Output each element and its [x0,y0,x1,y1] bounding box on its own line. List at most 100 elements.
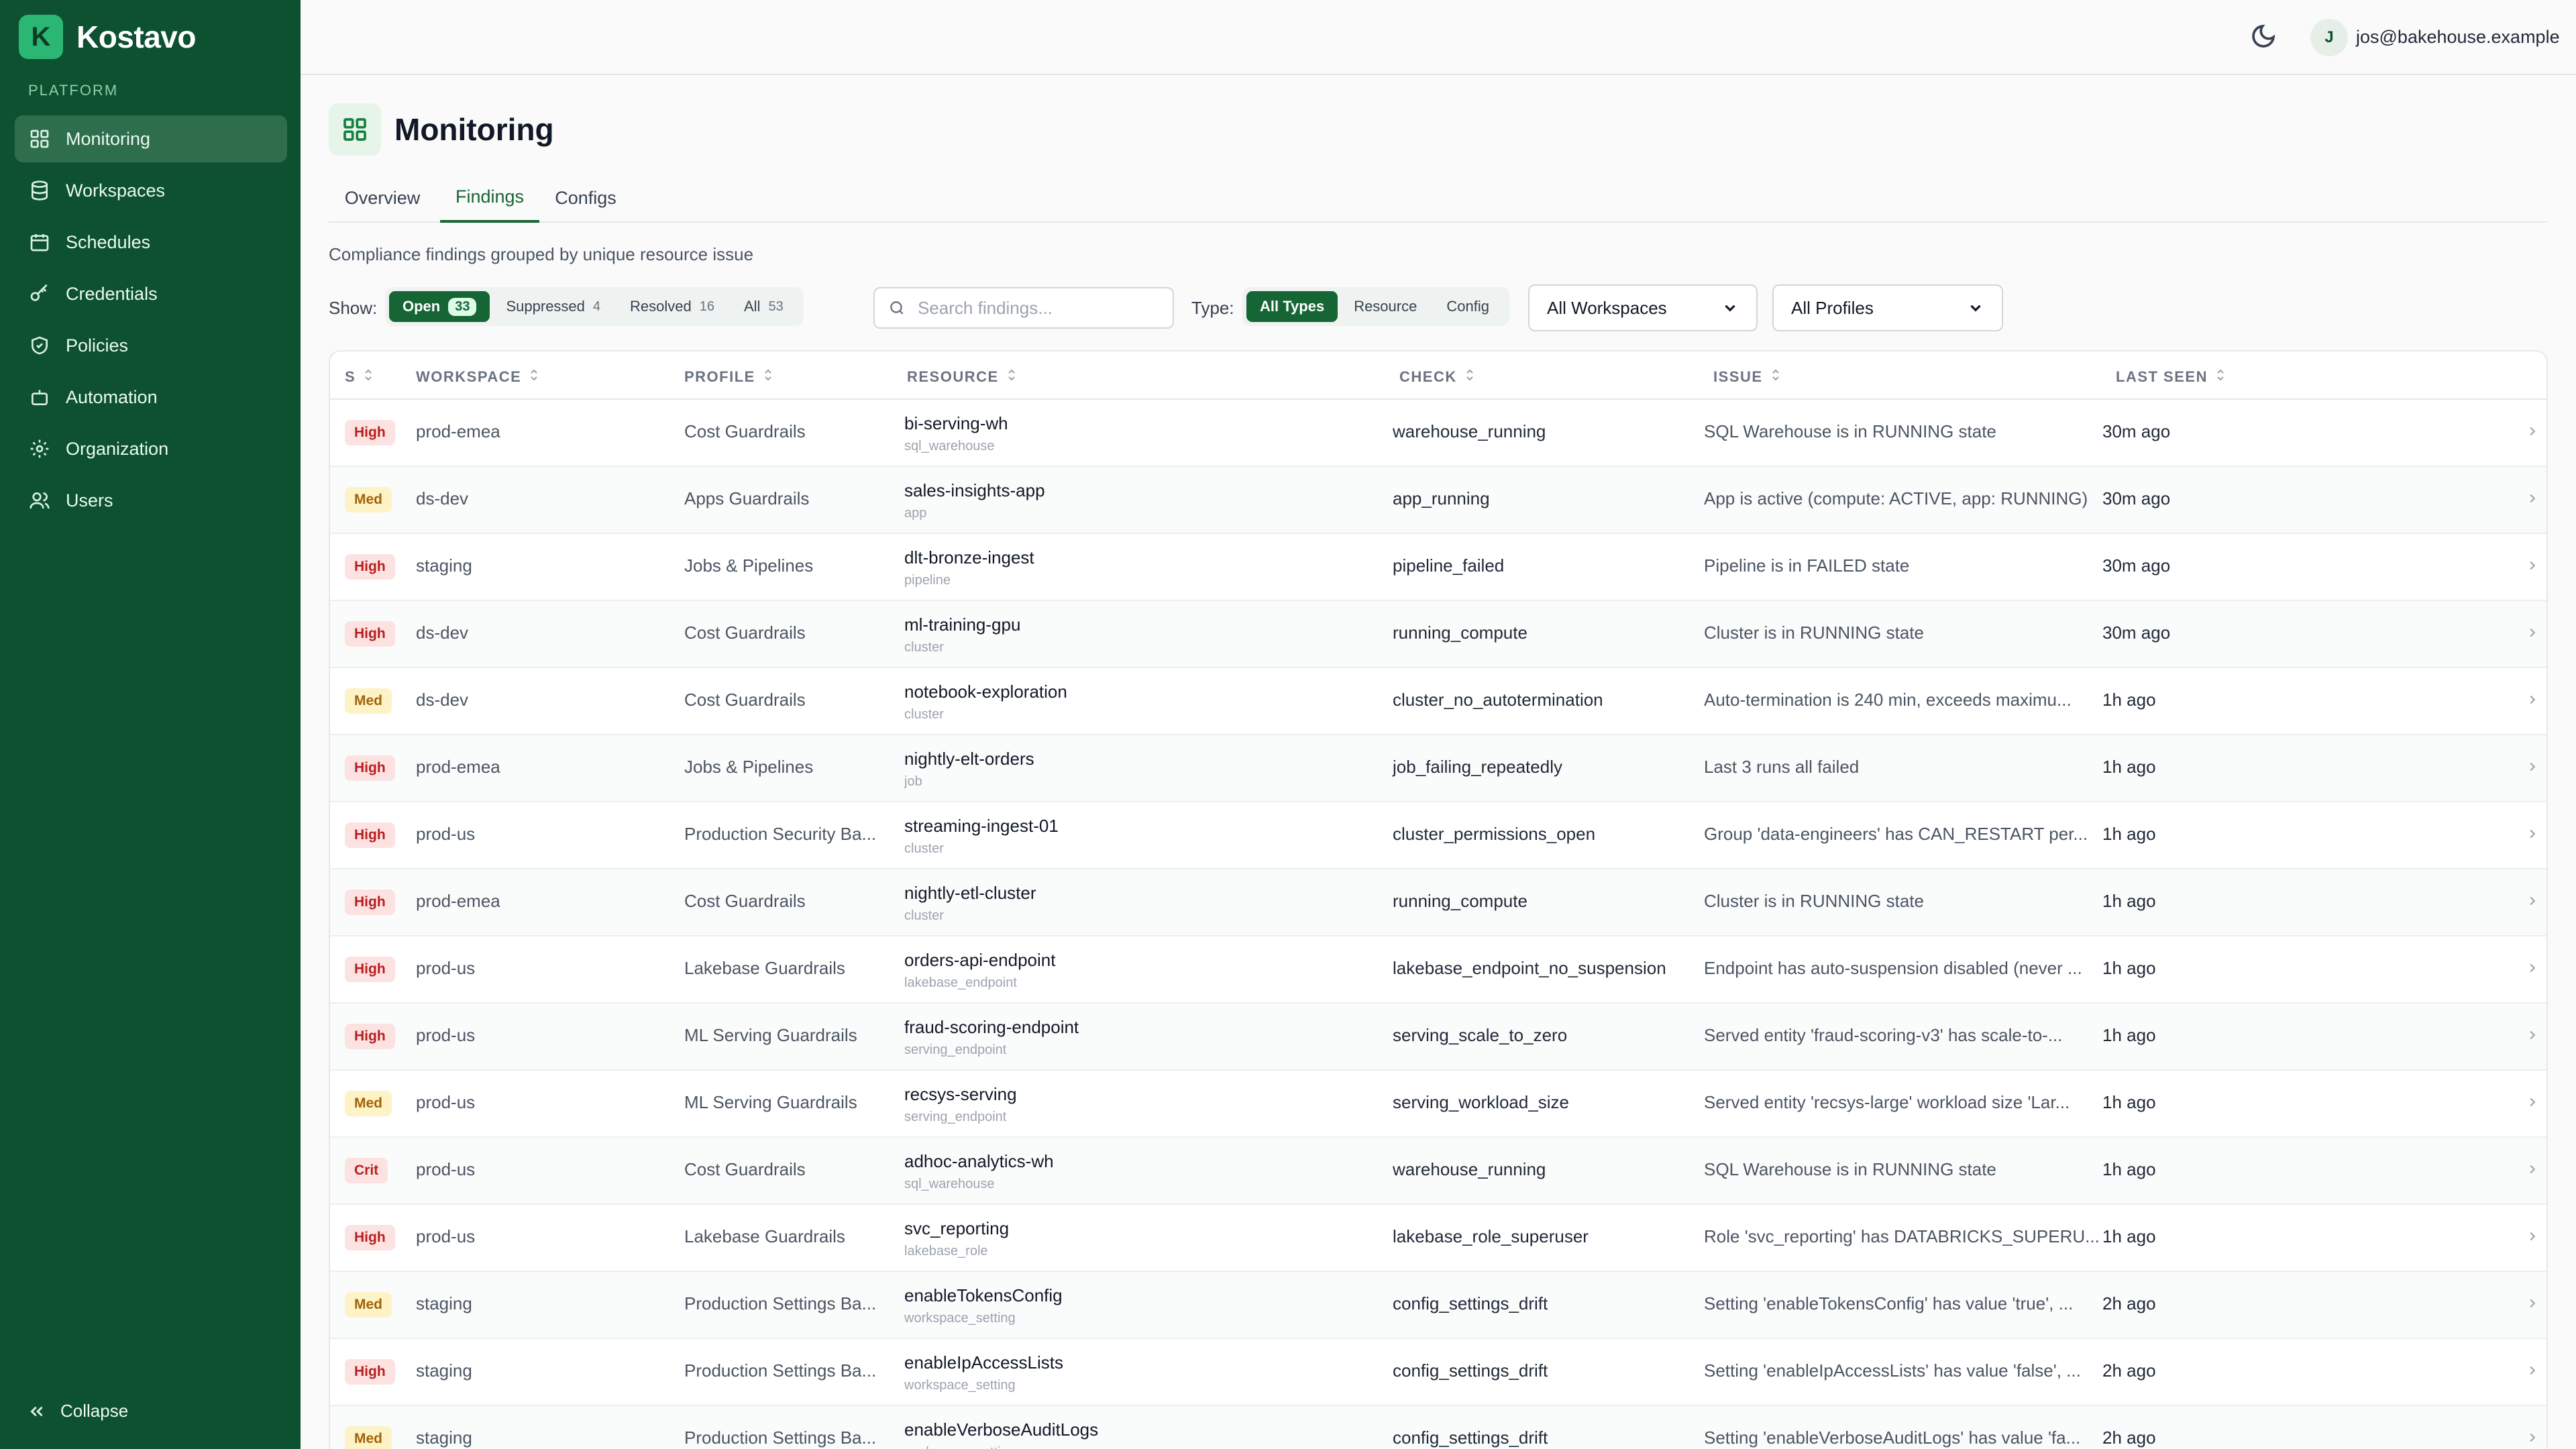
sidebar-item-credentials[interactable]: Credentials [15,270,287,317]
column-header-resource[interactable]: RESOURCE [907,368,1018,386]
chevron-right-icon[interactable] [2525,894,2542,911]
tab-findings[interactable]: Findings [440,173,539,223]
sort-icon [2208,368,2226,386]
check-cell: config_settings_drift [1393,1293,1548,1313]
table-row[interactable]: High prod-us Lakebase Guardrails svc_report… [330,1205,2546,1272]
issue-cell: Cluster is in RUNNING state [1704,891,1924,911]
chevron-right-icon[interactable] [2525,1162,2542,1179]
grid-icon [343,118,366,141]
column-header-last-seen[interactable]: LAST SEEN [2116,368,2226,386]
last-seen-cell: 1h ago [2102,1092,2156,1112]
profile-cell: Lakebase Guardrails [684,1226,845,1246]
profile-select[interactable]: All Profiles [1772,284,2003,331]
table-row[interactable]: Med ds-dev Apps Guardrails sales-insights-a… [330,467,2546,534]
chevron-right-icon[interactable] [2525,1296,2542,1313]
type-resource-button[interactable]: Resource [1340,291,1430,322]
table-row[interactable]: High prod-emea Jobs & Pipelines nightly-elt… [330,735,2546,802]
column-header-workspace[interactable]: WORKSPACE [416,368,540,386]
last-seen-cell: 30m ago [2102,488,2171,508]
chevron-right-icon[interactable] [2525,491,2542,508]
column-header-profile[interactable]: PROFILE [684,368,774,386]
sidebar-item-users[interactable]: Users [15,477,287,524]
table-row[interactable]: Med prod-us ML Serving Guardrails recsys-se… [330,1071,2546,1138]
workspace-cell: prod-us [416,1226,476,1246]
chevron-right-icon[interactable] [2525,1430,2542,1448]
sidebar-item-workspaces[interactable]: Workspaces [15,167,287,214]
sidebar-item-label: Monitoring [66,128,151,149]
sidebar-item-organization[interactable]: Organization [15,425,287,472]
sidebar-item-schedules[interactable]: Schedules [15,219,287,266]
table-row[interactable]: High prod-us ML Serving Guardrails fraud-sc… [330,1004,2546,1071]
table-row[interactable]: High ds-dev Cost Guardrails ml-training-gpu… [330,601,2546,668]
resource-name: nightly-elt-orders [904,749,1034,769]
show-suppressed-button[interactable]: Suppressed 4 [492,291,614,322]
brand[interactable]: K Kostavo [19,15,196,59]
show-all-button[interactable]: All 53 [731,291,797,322]
sidebar-item-monitoring[interactable]: Monitoring [15,115,287,162]
sidebar-item-automation[interactable]: Automation [15,374,287,421]
collapse-button[interactable]: Collapse [27,1401,128,1421]
search-input[interactable]: Search findings... [873,287,1174,329]
table-row[interactable]: Crit prod-us Cost Guardrails adhoc-analytic… [330,1138,2546,1205]
search-icon [890,301,904,315]
table-row[interactable]: High staging Production Settings Ba... enab… [330,1339,2546,1406]
workspace-cell: prod-us [416,1159,476,1179]
column-header-label: PROFILE [684,368,755,385]
type-filter-group: All Types Resource Config [1242,287,1509,326]
chevron-right-icon[interactable] [2525,1229,2542,1246]
table-row[interactable]: Med staging Production Settings Ba... enabl… [330,1406,2546,1449]
column-header-check[interactable]: CHECK [1399,368,1476,386]
chevron-right-icon[interactable] [2525,1028,2542,1045]
table-row[interactable]: Med ds-dev Cost Guardrails notebook-explora… [330,668,2546,735]
filter-label: All [744,298,761,315]
chevron-right-icon[interactable] [2525,692,2542,710]
chevron-right-icon[interactable] [2525,1095,2542,1112]
last-seen-cell: 1h ago [2102,1025,2156,1045]
resource-name: adhoc-analytics-wh [904,1151,1054,1171]
table-row[interactable]: High prod-us Production Security Ba... stre… [330,802,2546,869]
tab-overview[interactable]: Overview [329,173,436,223]
type-all-types-button[interactable]: All Types [1246,291,1338,322]
last-seen-cell: 1h ago [2102,824,2156,844]
sidebar-item-policies[interactable]: Policies [15,322,287,369]
severity-badge: Crit [345,1158,388,1183]
chevron-right-icon[interactable] [2525,961,2542,978]
table-row[interactable]: Med staging Production Settings Ba... enabl… [330,1272,2546,1339]
show-open-button[interactable]: Open 33 [389,291,490,322]
column-header-issue[interactable]: ISSUE [1713,368,1782,386]
issue-cell: Setting 'enableIpAccessLists' has value … [1704,1360,2081,1381]
tab-configs[interactable]: Configs [543,173,628,223]
chevron-right-icon[interactable] [2525,759,2542,777]
sort-icon [356,368,374,386]
tab-bar: Overview Findings Configs [329,173,2548,223]
count-badge: 53 [768,299,784,314]
avatar[interactable]: J [2310,19,2348,56]
check-cell: lakebase_role_superuser [1393,1226,1589,1246]
chevron-right-icon[interactable] [2525,424,2542,441]
last-seen-cell: 1h ago [2102,891,2156,911]
user-email[interactable]: jos@bakehouse.example [2356,27,2560,48]
resource-type: pipeline [904,573,951,588]
last-seen-cell: 1h ago [2102,1159,2156,1179]
sidebar-item-label: Automation [66,386,158,407]
last-seen-cell: 30m ago [2102,421,2171,441]
last-seen-cell: 30m ago [2102,623,2171,643]
table-row[interactable]: High prod-emea Cost Guardrails nightly-etl-… [330,869,2546,936]
chevron-right-icon[interactable] [2525,625,2542,643]
workspace-select[interactable]: All Workspaces [1528,284,1758,331]
column-header-s[interactable]: S [345,368,374,386]
chevron-right-icon[interactable] [2525,826,2542,844]
table-row[interactable]: High prod-emea Cost Guardrails bi-serving-w… [330,400,2546,467]
theme-toggle-button[interactable] [2250,23,2279,52]
filter-label: Suppressed [506,298,585,315]
chevron-right-icon[interactable] [2525,1363,2542,1381]
table-row[interactable]: High prod-us Lakebase Guardrails orders-api… [330,936,2546,1004]
column-header-label: ISSUE [1713,368,1763,385]
show-resolved-button[interactable]: Resolved 16 [616,291,728,322]
resource-type: workspace_setting [904,1311,1016,1326]
chevron-right-icon[interactable] [2525,558,2542,576]
type-config-button[interactable]: Config [1433,291,1503,322]
table-row[interactable]: High staging Jobs & Pipelines dlt-bronze-in… [330,534,2546,601]
profile-select-value: All Profiles [1791,297,1874,318]
severity-badge: High [345,621,395,647]
